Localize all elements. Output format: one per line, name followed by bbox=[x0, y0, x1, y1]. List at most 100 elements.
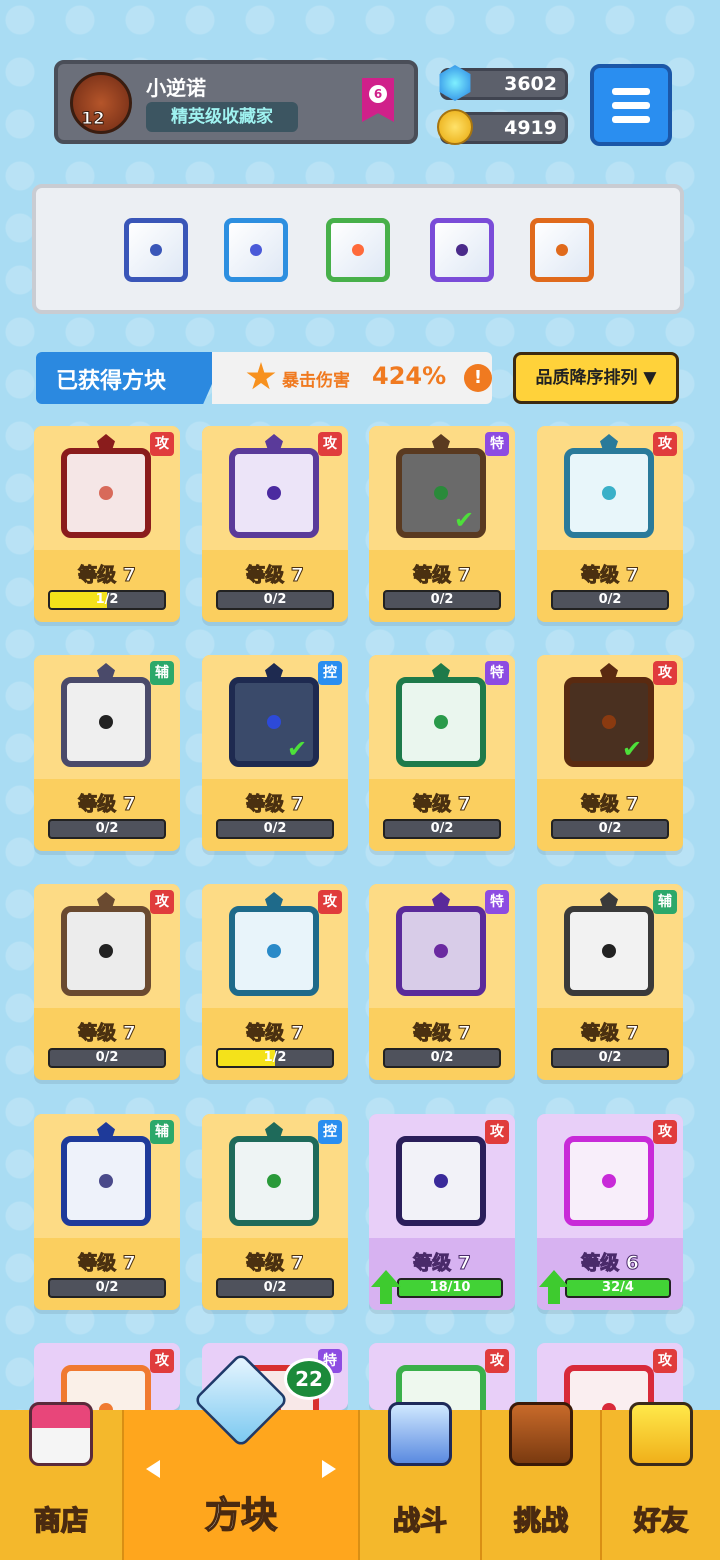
magic-circle-icon bbox=[229, 434, 319, 538]
dice-card[interactable]: 攻 bbox=[537, 1343, 683, 1410]
nav-dice-label: 方块 bbox=[204, 1494, 278, 1537]
dice-card[interactable]: 辅等级 7 0/2 bbox=[34, 655, 180, 851]
progress-text: 0/2 bbox=[430, 1050, 454, 1065]
equipped-lightning-dice[interactable] bbox=[430, 218, 494, 282]
dice-pip bbox=[602, 944, 616, 958]
progress-text: 0/2 bbox=[263, 592, 287, 607]
clock-ring-icon bbox=[564, 892, 654, 996]
dice-type-tag: 攻 bbox=[653, 1120, 677, 1144]
rank-badge-icon[interactable]: 6 bbox=[362, 78, 394, 122]
upgrade-arrow-icon[interactable] bbox=[371, 1270, 401, 1304]
coin-counter[interactable]: 4919 bbox=[437, 109, 568, 145]
dice-card[interactable]: 攻等级 7 1/2 bbox=[202, 884, 348, 1080]
crescent-moon-icon bbox=[61, 1122, 151, 1226]
dice-type-tag: 攻 bbox=[150, 890, 174, 914]
crit-damage-value: 424% bbox=[372, 362, 447, 390]
dice-card[interactable]: 控 ✔ 等级 7 0/2 bbox=[202, 655, 348, 851]
menu-bar-icon bbox=[612, 88, 650, 95]
nav-challenge[interactable]: 挑战 bbox=[482, 1402, 600, 1560]
progress-text: 1/2 bbox=[263, 1050, 287, 1065]
profile-panel[interactable]: 12 小逆诺 精英级收藏家 6 bbox=[54, 60, 418, 144]
dice-progress-bar: 0/2 bbox=[551, 590, 669, 610]
dice-card[interactable]: 攻等级 7 0/2 bbox=[202, 426, 348, 622]
avatar[interactable]: 12 bbox=[70, 72, 132, 134]
friend-character-icon bbox=[629, 1402, 693, 1466]
dice-type-tag: 攻 bbox=[318, 890, 342, 914]
dice-level: 等级 7 bbox=[581, 793, 640, 816]
nav-battle[interactable]: 战斗 bbox=[360, 1402, 480, 1560]
dice-card[interactable]: 攻等级 7 0/2 bbox=[537, 426, 683, 622]
sort-dropdown[interactable]: 品质降序排列 ▼ bbox=[513, 352, 679, 404]
dice-type-tag: 攻 bbox=[653, 1349, 677, 1373]
equipped-infinity-dice[interactable] bbox=[326, 218, 390, 282]
dice-pip bbox=[99, 944, 113, 958]
gem-counter[interactable]: 3602 bbox=[439, 65, 568, 101]
nav-dice[interactable]: 方块 bbox=[124, 1351, 358, 1560]
dice-pip bbox=[99, 715, 113, 729]
sword-shield-icon bbox=[388, 1402, 452, 1466]
dice-card[interactable]: 攻 ✔ 等级 7 0/2 bbox=[537, 655, 683, 851]
equipped-deck bbox=[32, 184, 684, 314]
equipped-snowflake-dice[interactable] bbox=[224, 218, 288, 282]
dice-card[interactable]: 攻 bbox=[34, 1343, 180, 1410]
dice-type-tag: 辅 bbox=[150, 661, 174, 685]
dice-card[interactable]: 辅等级 7 0/2 bbox=[537, 884, 683, 1080]
dice-type-tag: 攻 bbox=[485, 1349, 509, 1373]
progress-text: 0/2 bbox=[263, 1280, 287, 1295]
dice-level: 等级 7 bbox=[78, 564, 137, 587]
equipped-gear-dice[interactable] bbox=[124, 218, 188, 282]
scythe-icon bbox=[396, 1136, 486, 1226]
progress-text: 0/2 bbox=[430, 592, 454, 607]
dice-progress-bar: 0/2 bbox=[383, 819, 501, 839]
dice-pip bbox=[267, 486, 281, 500]
dice-pip bbox=[602, 1174, 616, 1188]
dice-progress-bar: 1/2 bbox=[48, 590, 166, 610]
dice-progress-bar: 0/2 bbox=[383, 590, 501, 610]
dice-card[interactable]: 特等级 7 0/2 bbox=[369, 655, 515, 851]
dice-type-tag: 特 bbox=[485, 661, 509, 685]
dice-card[interactable]: 攻等级 6 32/4 bbox=[537, 1114, 683, 1310]
dice-level: 等级 7 bbox=[581, 564, 640, 587]
next-arrow-icon[interactable] bbox=[322, 1460, 336, 1478]
dice-level: 等级 7 bbox=[246, 1252, 305, 1275]
nav-friends[interactable]: 好友 bbox=[602, 1402, 720, 1560]
progress-text: 0/2 bbox=[95, 1050, 119, 1065]
dice-type-tag: 辅 bbox=[150, 1120, 174, 1144]
dice-card[interactable]: 控等级 7 0/2 bbox=[202, 1114, 348, 1310]
nav-challenge-label: 挑战 bbox=[513, 1505, 569, 1538]
dice-progress-bar: 18/10 bbox=[397, 1278, 503, 1298]
player-title: 精英级收藏家 bbox=[146, 102, 298, 132]
collection-title: 已获得方块 bbox=[56, 369, 167, 394]
dice-card[interactable]: 特 ✔ 等级 7 0/2 bbox=[369, 426, 515, 622]
dice-level: 等级 7 bbox=[78, 1252, 137, 1275]
upgrade-arrow-icon[interactable] bbox=[539, 1270, 569, 1304]
menu-button[interactable] bbox=[590, 64, 672, 146]
dice-card[interactable]: 攻等级 7 0/2 bbox=[34, 884, 180, 1080]
shadow-icon bbox=[396, 892, 486, 996]
dice-card[interactable]: 辅等级 7 0/2 bbox=[34, 1114, 180, 1310]
dice-card[interactable]: 特等级 7 0/2 bbox=[369, 884, 515, 1080]
wind-icon bbox=[229, 1122, 319, 1226]
crit-damage-panel: 暴击伤害 424% ! bbox=[212, 352, 492, 404]
player-name: 小逆诺 bbox=[146, 76, 206, 100]
dice-pip bbox=[556, 244, 568, 256]
dice-level: 等级 6 bbox=[581, 1252, 640, 1275]
info-icon[interactable]: ! bbox=[464, 364, 492, 392]
dice-pip bbox=[267, 715, 281, 729]
dice-card[interactable]: 攻等级 7 1/2 bbox=[34, 426, 180, 622]
dice-pip bbox=[434, 1174, 448, 1188]
signboard-icon bbox=[509, 1402, 573, 1466]
prev-arrow-icon[interactable] bbox=[146, 1460, 160, 1478]
dice-type-tag: 攻 bbox=[150, 432, 174, 456]
dice-pip bbox=[434, 486, 448, 500]
dice-card[interactable]: 攻 bbox=[369, 1343, 515, 1410]
player-level: 12 bbox=[81, 109, 106, 130]
dice-card[interactable]: 攻等级 7 18/10 bbox=[369, 1114, 515, 1310]
crit-damage-label: 暴击伤害 bbox=[282, 371, 350, 391]
equipped-flame-dice[interactable] bbox=[530, 218, 594, 282]
dice-level: 等级 7 bbox=[246, 564, 305, 587]
nav-shop[interactable]: 商店 bbox=[0, 1402, 122, 1560]
pixel-dot-icon bbox=[564, 1136, 654, 1226]
dice-type-tag: 攻 bbox=[150, 1349, 174, 1373]
burst-icon bbox=[246, 362, 276, 390]
